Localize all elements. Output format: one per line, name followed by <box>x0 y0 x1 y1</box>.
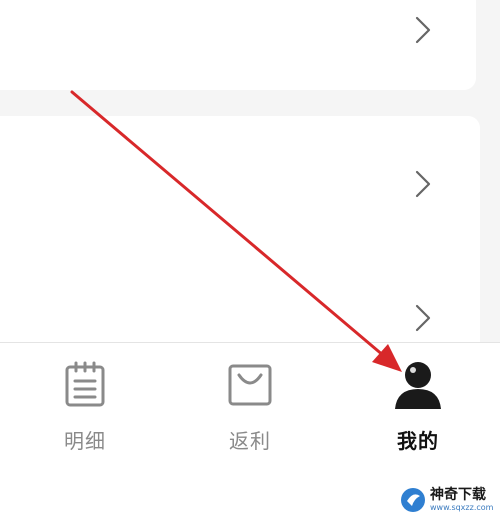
watermark: 神奇下载 www.sqxzz.com <box>400 482 496 518</box>
user-icon <box>390 357 446 413</box>
settings-card-top <box>0 0 476 90</box>
settings-row-1[interactable] <box>0 0 476 60</box>
shopping-bag-icon <box>222 357 278 413</box>
tab-fanli[interactable]: 返利 <box>180 357 320 467</box>
tab-wode[interactable]: 我的 <box>348 357 488 467</box>
watermark-title: 神奇下载 <box>430 487 486 503</box>
tab-label: 我的 <box>397 429 439 453</box>
settings-row-3[interactable] <box>0 288 476 348</box>
screen: 明细 返利 我的 神奇下载 www.sqxzz.com <box>0 0 500 523</box>
watermark-url: www.sqxzz.com <box>430 503 494 512</box>
logo-icon <box>400 487 426 513</box>
chevron-right-icon <box>410 15 436 45</box>
settings-row-2[interactable] <box>0 154 476 214</box>
tab-mingxi[interactable]: 明细 <box>15 357 155 467</box>
settings-card-main <box>0 116 480 342</box>
notepad-icon <box>57 357 113 413</box>
tab-label: 返利 <box>229 429 271 453</box>
chevron-right-icon <box>410 169 436 199</box>
tab-label: 明细 <box>64 429 106 453</box>
chevron-right-icon <box>410 303 436 333</box>
